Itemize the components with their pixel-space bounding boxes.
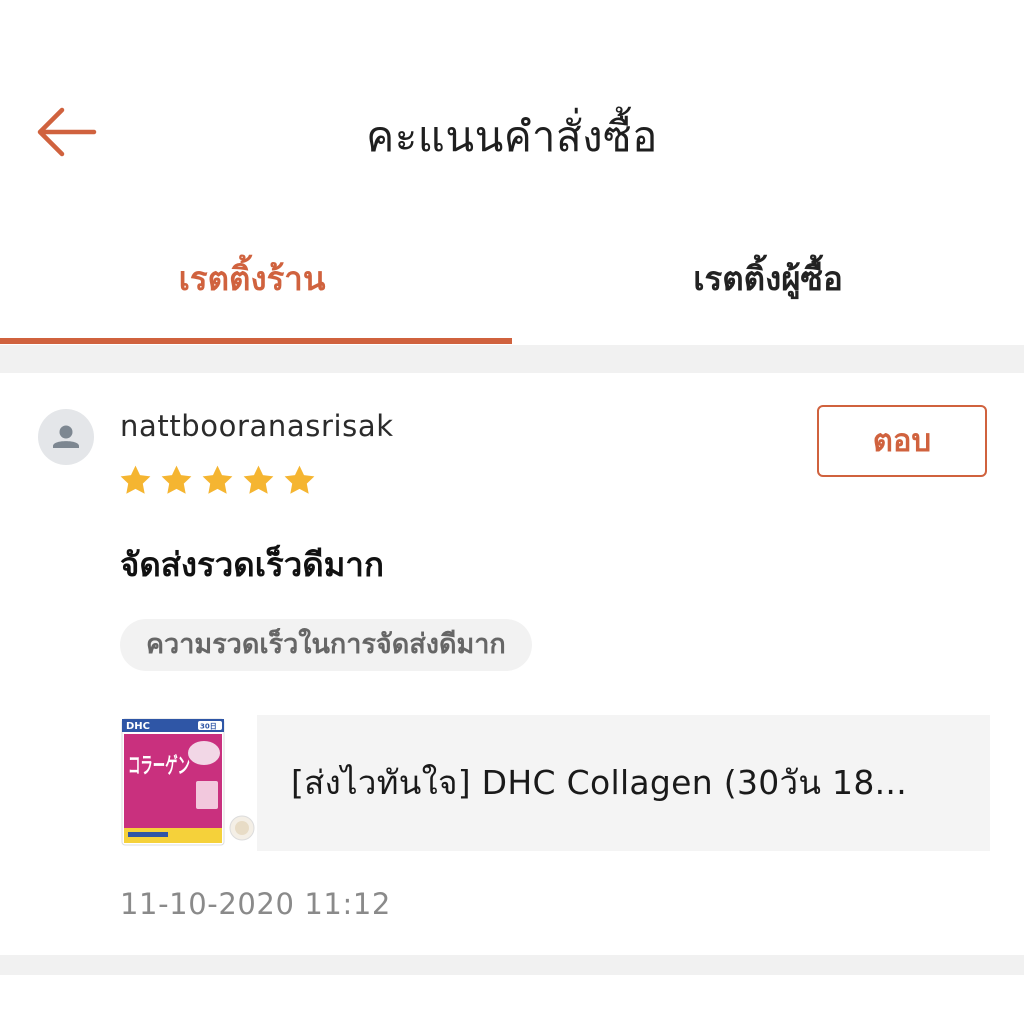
user-icon bbox=[53, 425, 79, 448]
review-timestamp: 11-10-2020 11:12 bbox=[120, 887, 391, 921]
product-info: [ส่งไวทันใจ] DHC Collagen (30วัน 18... bbox=[257, 715, 990, 851]
product-card[interactable]: DHC 30日 コラーゲン [ส่งไวทันใจ] DHC Collagen … bbox=[120, 715, 990, 851]
status-bar-peek bbox=[42, 20, 212, 34]
star-icon bbox=[284, 465, 315, 494]
avatar[interactable] bbox=[38, 409, 94, 465]
reviewer-username: nattbooranasrisak bbox=[120, 409, 394, 443]
active-tab-indicator bbox=[0, 338, 512, 344]
review-card: nattbooranasrisak ตอบ จัดส่งรวดเร็วดีมาก… bbox=[0, 373, 1024, 955]
bottom-divider bbox=[0, 955, 1024, 975]
product-thumbnail: DHC 30日 コラーゲン bbox=[120, 715, 257, 851]
star-icon bbox=[120, 465, 151, 494]
thumb-title-text: コラーゲン bbox=[128, 754, 190, 779]
section-divider bbox=[0, 345, 1024, 373]
review-tag-chip: ความรวดเร็วในการจัดส่งดีมาก bbox=[120, 619, 532, 671]
header: คะแนนคำสั่งซื้อ bbox=[0, 70, 1024, 200]
page-title: คะแนนคำสั่งซื้อ bbox=[366, 112, 658, 161]
star-icon bbox=[202, 465, 233, 494]
star-rating bbox=[118, 463, 317, 498]
tab-shop-rating[interactable]: เรตติ้งร้าน bbox=[0, 215, 508, 343]
tab-buyer-rating[interactable]: เรตติ้งผู้ซื้อ bbox=[512, 215, 1024, 343]
product-image: DHC 30日 コラーゲン bbox=[121, 718, 255, 846]
star-icon bbox=[161, 465, 192, 494]
tab-bar: เรตติ้งร้าน เรตติ้งผู้ซื้อ bbox=[0, 215, 1024, 345]
review-text: จัดส่งรวดเร็วดีมาก bbox=[120, 545, 384, 584]
thumb-brand-text: DHC bbox=[126, 721, 150, 732]
product-name: [ส่งไวทันใจ] DHC Collagen (30วัน 18... bbox=[291, 763, 907, 802]
thumb-badge-text: 30日 bbox=[200, 723, 217, 731]
reply-button[interactable]: ตอบ bbox=[817, 405, 987, 477]
star-icon bbox=[243, 465, 274, 494]
